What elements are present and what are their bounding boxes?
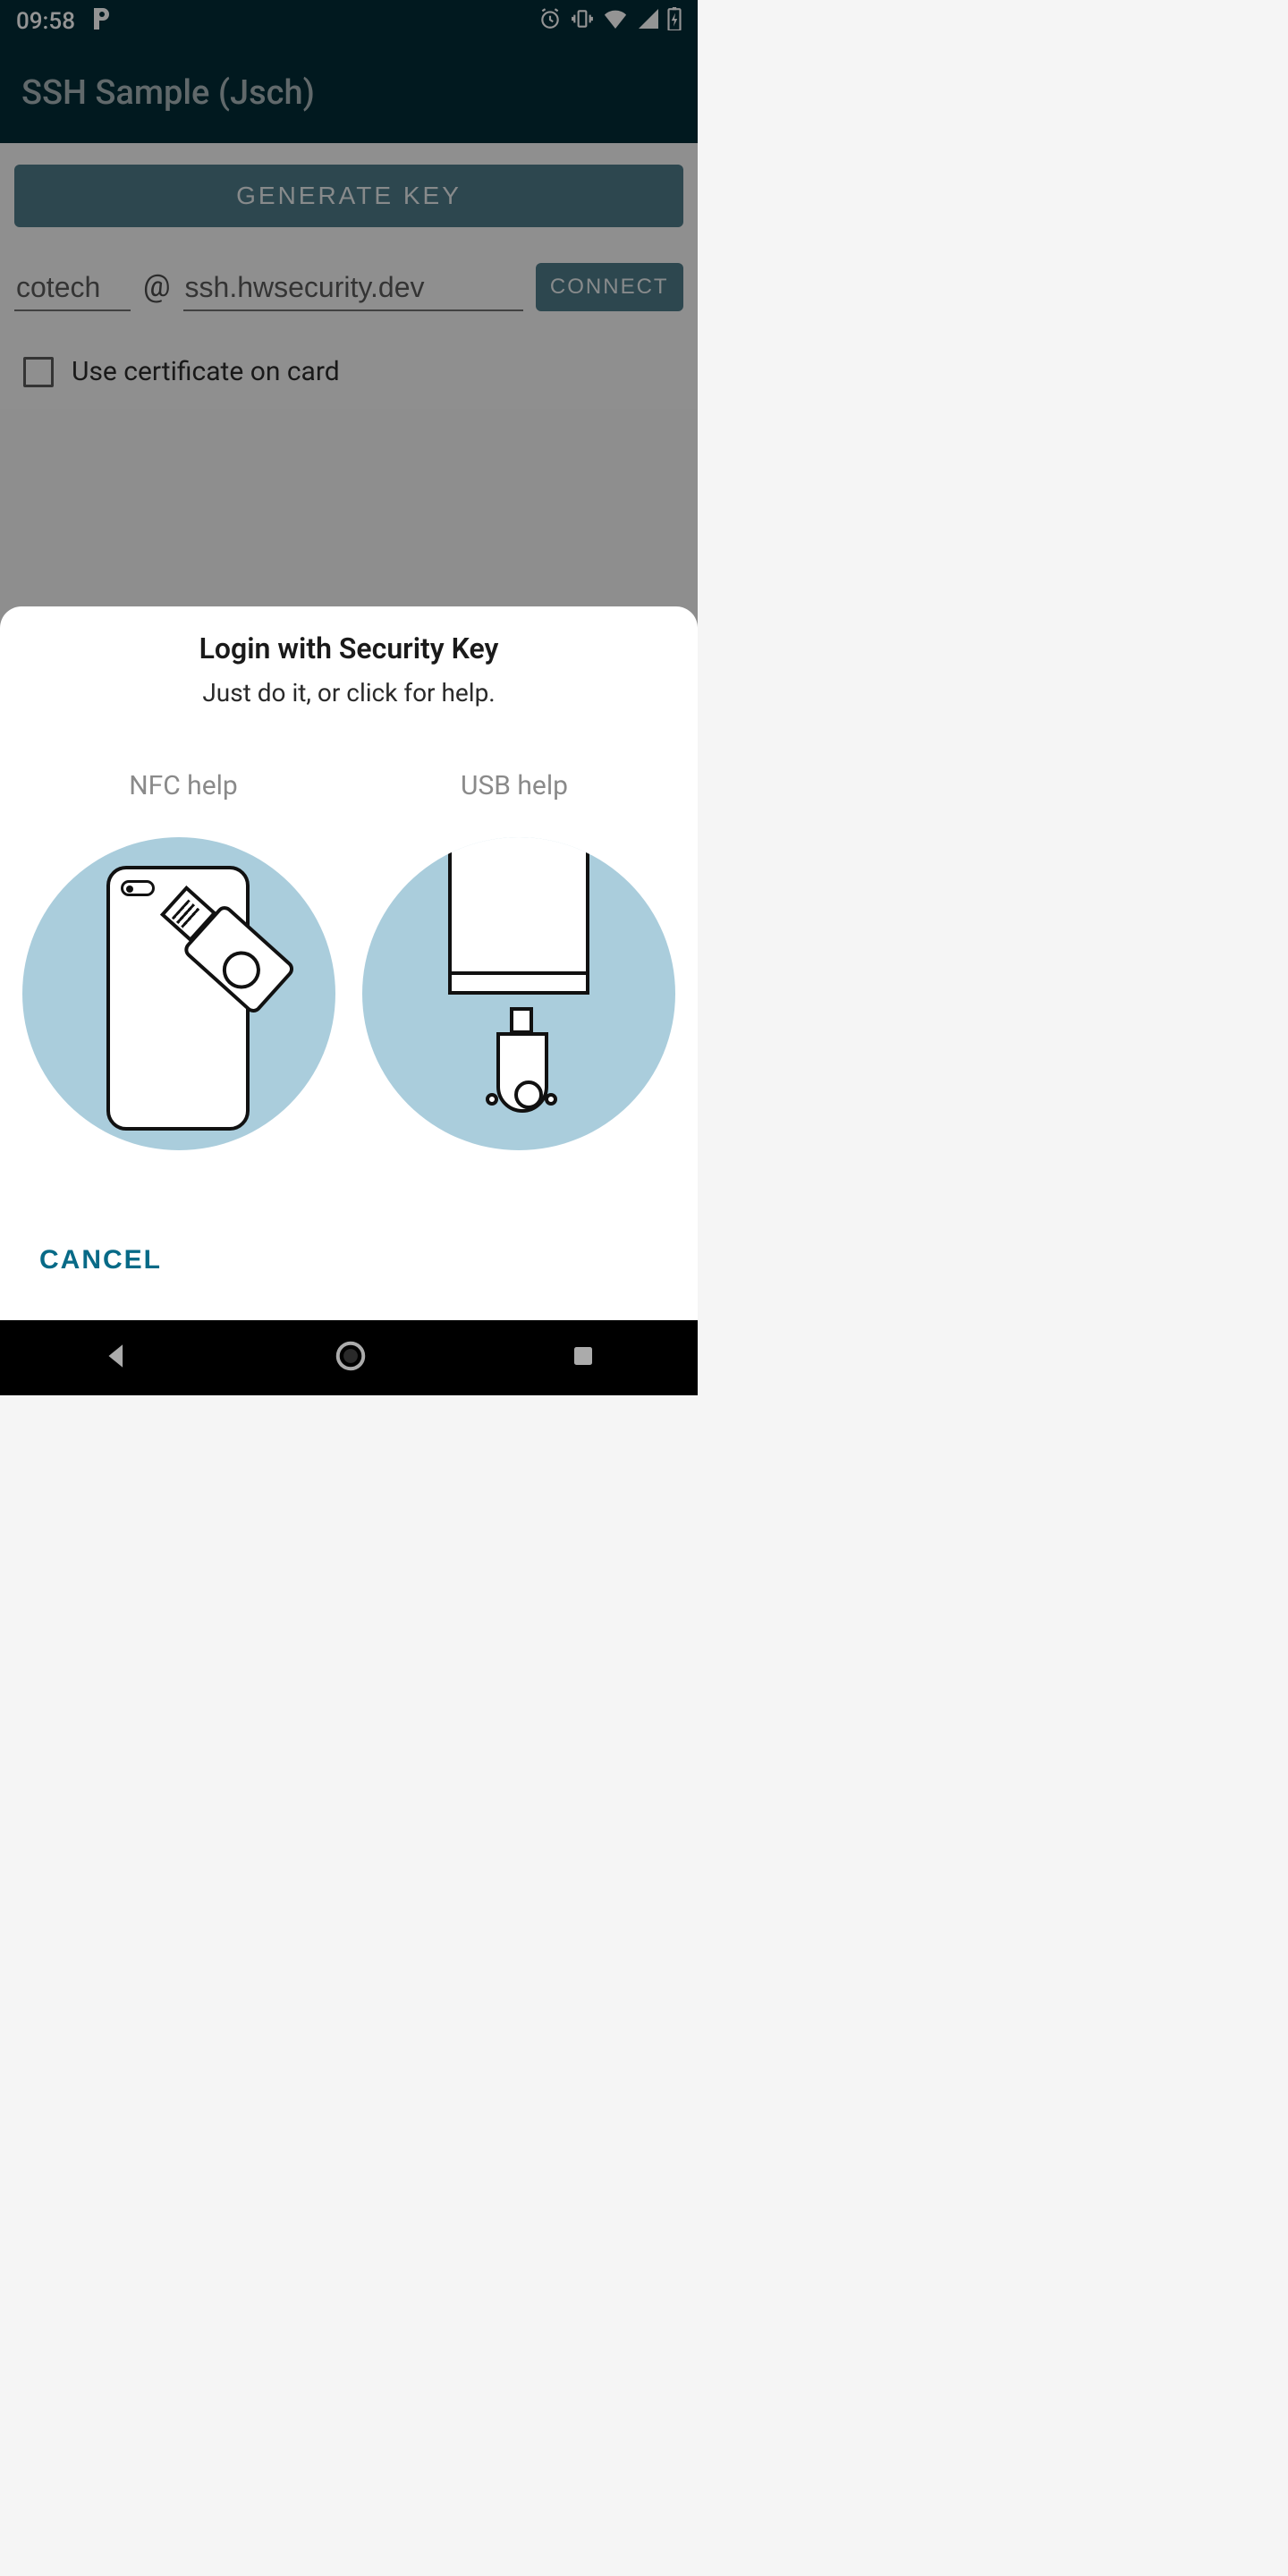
- recents-button[interactable]: [570, 1343, 597, 1373]
- nfc-illustration[interactable]: [22, 837, 335, 1150]
- phone-bottom-icon: [448, 837, 589, 995]
- dialog-title: Login with Security Key: [18, 631, 680, 665]
- dialog-subtitle: Just do it, or click for help.: [18, 678, 680, 708]
- cancel-button[interactable]: CANCEL: [18, 1236, 183, 1302]
- usb-illustration[interactable]: [362, 837, 675, 1150]
- phone-camera-icon: [121, 880, 155, 896]
- back-button[interactable]: [101, 1341, 131, 1375]
- home-button[interactable]: [334, 1339, 368, 1377]
- usb-help-link[interactable]: USB help: [349, 770, 680, 801]
- security-key-dialog: Login with Security Key Just do it, or c…: [0, 606, 698, 1320]
- nfc-help-link[interactable]: NFC help: [18, 770, 349, 801]
- system-nav-bar: [0, 1320, 698, 1395]
